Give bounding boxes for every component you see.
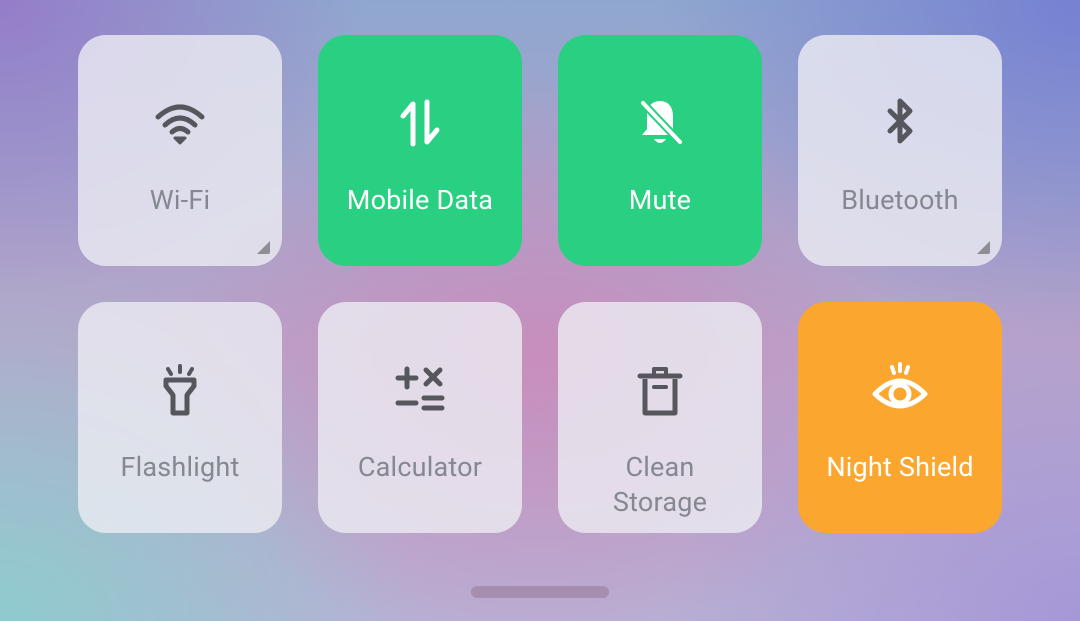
trash-icon xyxy=(630,360,690,420)
night-shield-tile[interactable]: Night Shield xyxy=(798,302,1002,533)
clean-storage-label-text: Clean Storage xyxy=(612,451,708,518)
expand-corner-icon[interactable] xyxy=(257,241,270,254)
flashlight-tile[interactable]: Flashlight xyxy=(78,302,282,533)
tile-label-mute: Mute xyxy=(628,184,692,216)
tile-label-calculator: Calculator xyxy=(357,451,483,483)
tile-label-night-shield: Night Shield xyxy=(826,451,974,483)
mute-bell-icon xyxy=(630,93,690,153)
mobile-data-icon xyxy=(390,93,450,153)
tile-label-bluetooth: Bluetooth xyxy=(841,184,959,216)
calculator-tile[interactable]: Calculator xyxy=(318,302,522,533)
bluetooth-icon xyxy=(870,93,930,153)
mute-tile[interactable]: Mute xyxy=(558,35,762,266)
wifi-tile[interactable]: Wi-Fi xyxy=(78,35,282,266)
tile-label-clean-storage: Clean Storage xyxy=(564,450,756,520)
tile-label-mobile-data: Mobile Data xyxy=(346,184,494,216)
tile-label-flashlight: Flashlight xyxy=(120,451,240,483)
mobile-data-tile[interactable]: Mobile Data xyxy=(318,35,522,266)
expand-corner-icon[interactable] xyxy=(977,241,990,254)
wifi-icon xyxy=(150,93,210,153)
home-indicator-handle[interactable] xyxy=(471,586,609,598)
tile-label-wifi: Wi-Fi xyxy=(149,184,211,216)
clean-storage-tile[interactable]: Clean Storage xyxy=(558,302,762,533)
flashlight-icon xyxy=(150,360,210,420)
bluetooth-tile[interactable]: Bluetooth xyxy=(798,35,1002,266)
calculator-icon xyxy=(390,360,450,420)
eye-icon xyxy=(870,360,930,420)
